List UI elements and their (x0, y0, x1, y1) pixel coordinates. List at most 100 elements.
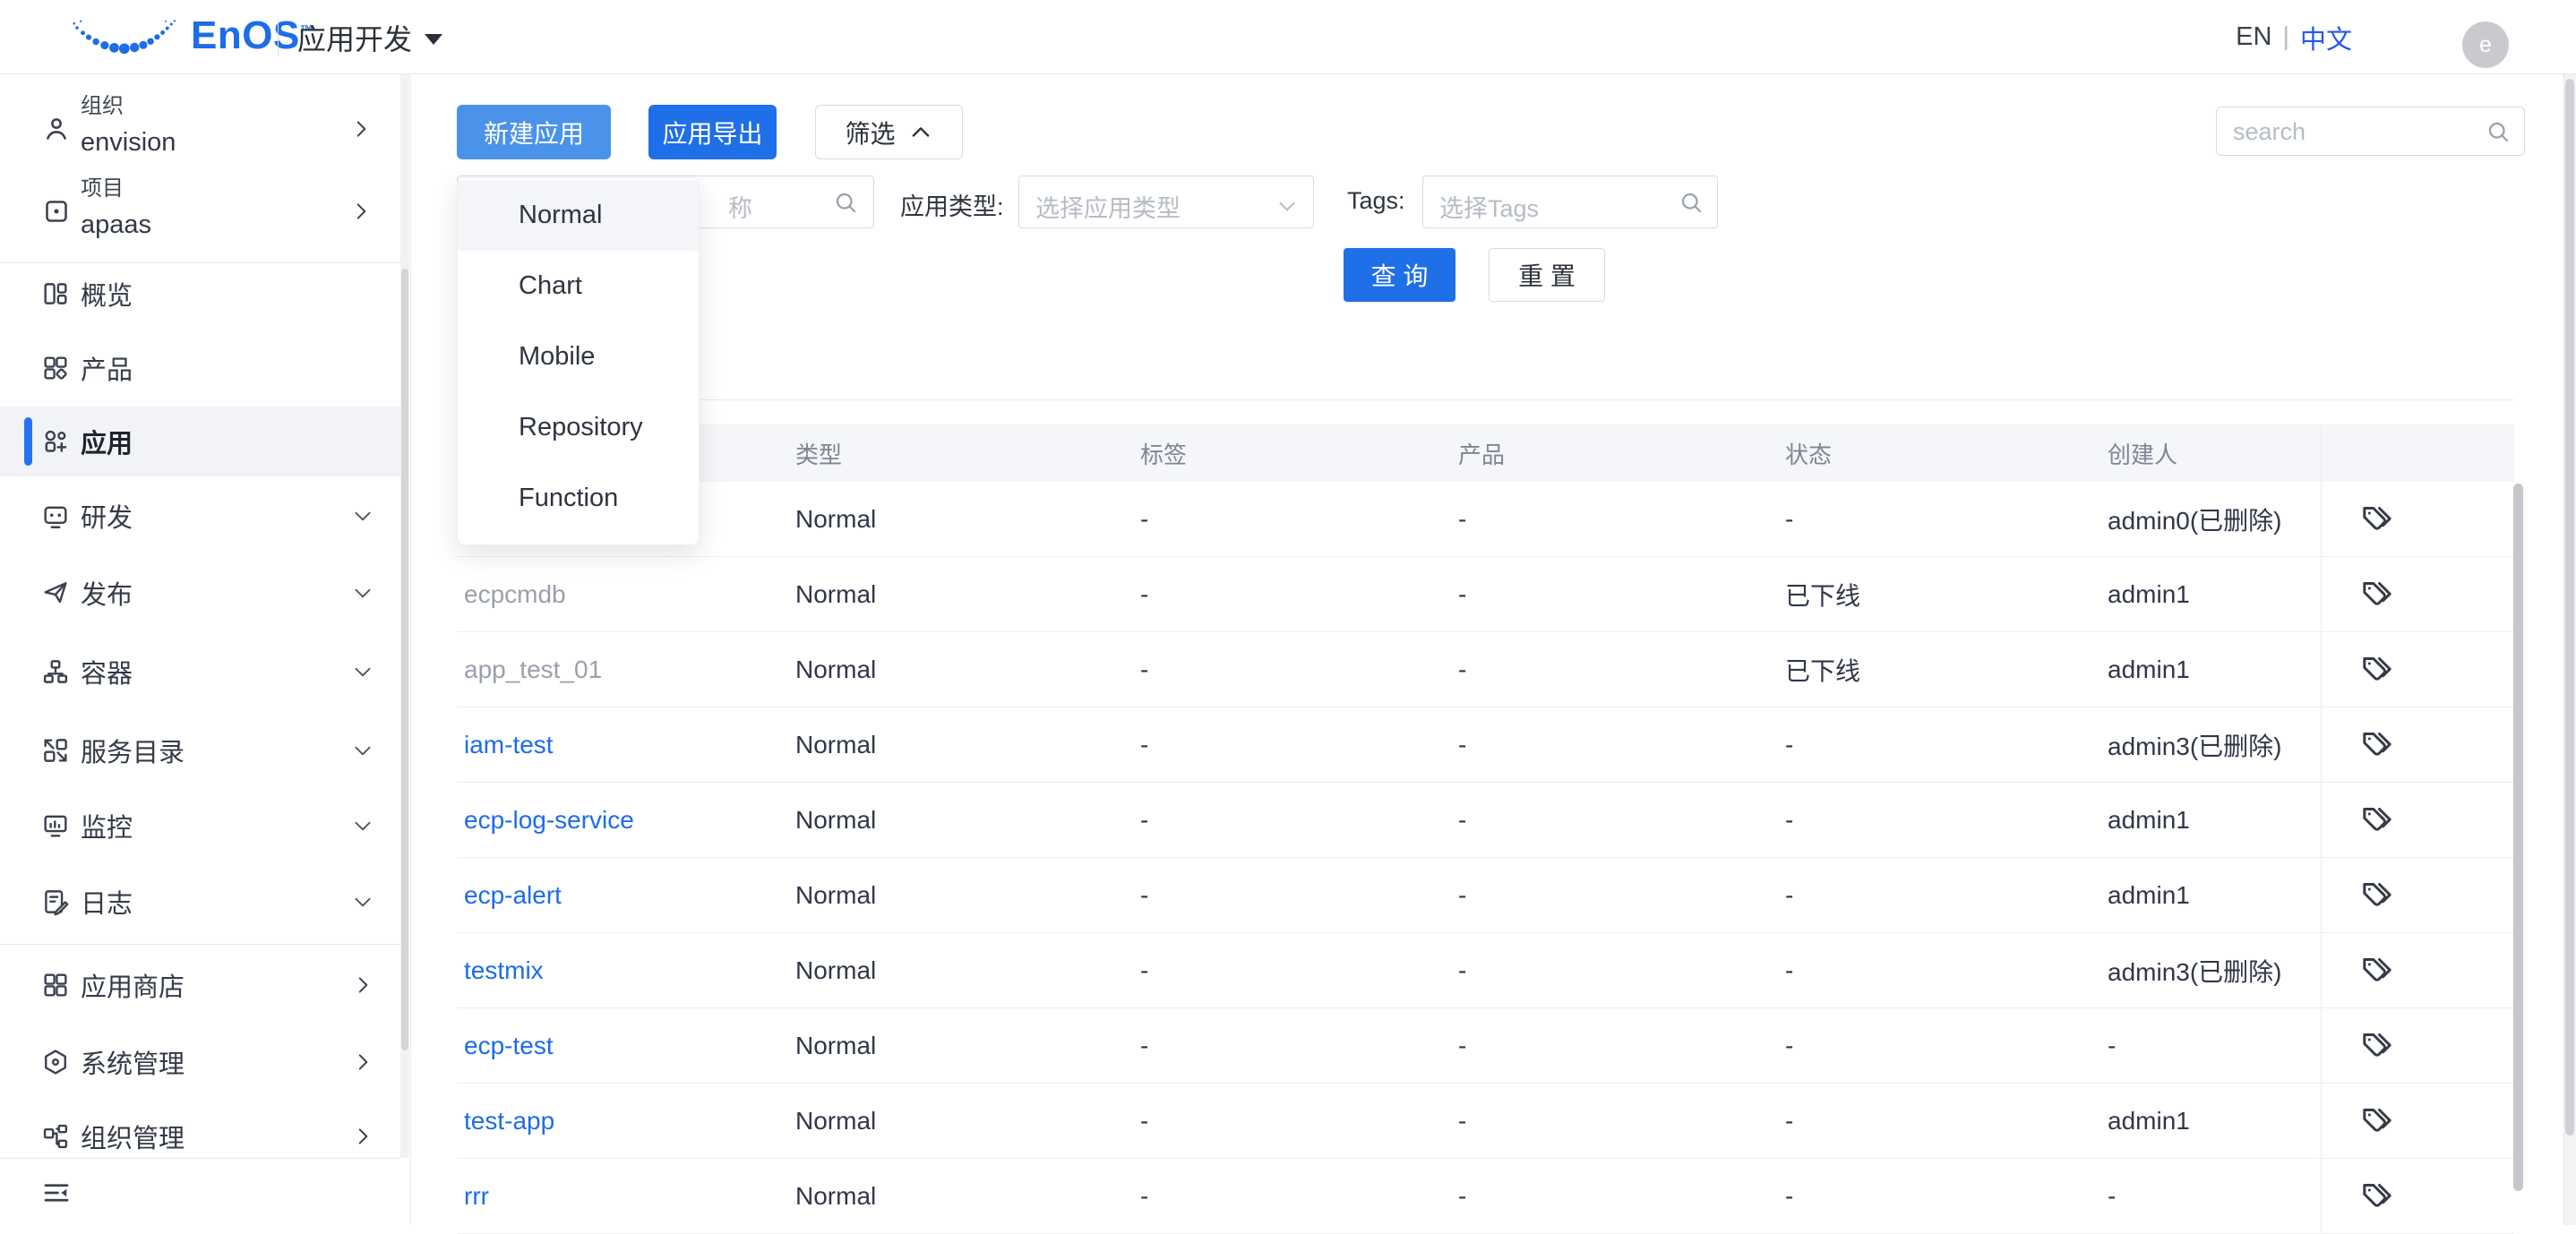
sidebar-item-develop[interactable]: 研发 (0, 481, 400, 551)
cell-name[interactable]: iam-test (457, 707, 788, 782)
sidebar-scrollbar-thumb[interactable] (401, 269, 408, 1050)
user-avatar[interactable]: e (2462, 21, 2509, 68)
table-row: ecp-alertNormal---admin1 (457, 858, 2514, 933)
export-app-button[interactable]: 应用导出 (648, 105, 777, 159)
cell-actions (2321, 707, 2514, 782)
cell-type: Normal (788, 632, 1133, 707)
tags-action-icon[interactable] (2359, 1178, 2395, 1214)
page-scrollbar-thumb[interactable] (2565, 79, 2574, 1135)
sidebar-divider (0, 944, 400, 945)
chevron-down-icon (351, 504, 374, 527)
cell-tags: - (1133, 1159, 1451, 1233)
sidebar-item-organization[interactable]: 组织 envision (0, 88, 400, 170)
sidebar-item-project[interactable]: 项目 apaas (0, 170, 400, 253)
cell-name[interactable]: testmix (457, 933, 788, 1007)
cell-product: - (1451, 707, 1778, 782)
overview-icon (40, 279, 71, 309)
sidebar-item-product[interactable]: 产品 (0, 333, 400, 403)
table-scrollbar-thumb[interactable] (2513, 484, 2523, 1191)
organization-icon (40, 113, 73, 145)
sidebar-item-service-catalog[interactable]: 服务目录 (0, 716, 400, 785)
context-subtitle: apaas (81, 210, 151, 240)
cell-product: - (1451, 783, 1778, 857)
cell-creator: admin1 (2100, 783, 2321, 857)
tags-action-icon[interactable] (2359, 802, 2395, 838)
sidebar-item-container[interactable]: 容器 (0, 637, 400, 707)
chevron-right-icon (351, 1125, 374, 1148)
query-button[interactable]: 查 询 (1344, 248, 1455, 302)
language-switch[interactable]: EN | 中文 (2236, 0, 2352, 74)
dropdown-item-normal[interactable]: Normal (458, 180, 699, 251)
filter-toggle-button[interactable]: 筛选 (815, 105, 963, 159)
collapse-sidebar-icon[interactable] (40, 1177, 73, 1209)
cell-actions (2321, 858, 2514, 932)
tags-action-icon[interactable] (2359, 501, 2395, 537)
cell-status: - (1778, 858, 2100, 932)
table-row: rrrNormal---- (457, 1159, 2514, 1234)
cell-name[interactable]: test-app (457, 1084, 788, 1158)
cell-type: Normal (788, 707, 1133, 782)
cell-name[interactable]: ecp-log-service (457, 783, 788, 857)
app-name-placeholder: 称 (728, 189, 752, 224)
dropdown-item-function[interactable]: Function (458, 463, 699, 534)
cell-creator: admin3(已删除) (2100, 707, 2321, 782)
new-app-button[interactable]: 新建应用 (457, 105, 611, 159)
reset-button[interactable]: 重 置 (1489, 248, 1605, 302)
cell-product: - (1451, 1084, 1778, 1158)
sidebar-item-label: 服务目录 (81, 732, 185, 769)
sidebar: 组织 envision 项目 apaas 概览产品应用研发发布容器服务目录监控日… (0, 74, 411, 1225)
sidebar-item-app-store[interactable]: 应用商店 (0, 950, 400, 1020)
tags-action-icon[interactable] (2359, 577, 2395, 613)
global-search-input[interactable]: search (2216, 107, 2525, 156)
cell-product: - (1451, 632, 1778, 707)
lang-en[interactable]: EN (2236, 22, 2271, 52)
enos-logo: EnOS™ (65, 13, 313, 59)
tags-action-icon[interactable] (2359, 1028, 2395, 1064)
search-icon (1678, 189, 1704, 216)
tags-action-icon[interactable] (2359, 727, 2395, 763)
dropdown-item-mobile[interactable]: Mobile (458, 321, 699, 392)
chevron-up-icon (908, 120, 933, 145)
dropdown-item-repository[interactable]: Repository (458, 392, 699, 463)
lang-zh[interactable]: 中文 (2300, 19, 2352, 56)
cell-type: Normal (788, 557, 1133, 631)
org-management-icon (40, 1121, 71, 1152)
tags-label: Tags: (1347, 187, 1405, 215)
top-bar: EnOS™ 应用开发 EN | 中文 e (0, 0, 2576, 74)
cell-actions (2321, 1159, 2514, 1233)
cell-actions (2321, 482, 2514, 556)
container-icon (40, 656, 71, 687)
tags-action-icon[interactable] (2359, 1103, 2395, 1139)
sidebar-item-overview[interactable]: 概览 (0, 259, 400, 329)
sidebar-item-system-management[interactable]: 系统管理 (0, 1027, 400, 1097)
cell-name[interactable]: ecp-alert (457, 858, 788, 932)
table-row: Normal---admin0(已删除) (457, 482, 2514, 557)
app-title-dropdown[interactable]: 应用开发 (297, 0, 442, 74)
cell-tags: - (1133, 858, 1451, 932)
cell-name[interactable]: ecp-test (457, 1008, 788, 1083)
table-body: Normal---admin0(已删除)ecpcmdbNormal--已下线ad… (457, 482, 2514, 1234)
tags-action-icon[interactable] (2359, 878, 2395, 913)
chevron-down-icon (351, 581, 374, 604)
sidebar-item-monitor[interactable]: 监控 (0, 791, 400, 861)
log-icon (40, 887, 71, 917)
chevron-right-icon (349, 117, 373, 141)
tags-search-input[interactable]: 选择Tags (1422, 176, 1718, 228)
app-table: 类型 标签 产品 状态 创建人 Normal---admin0(已删除)ecpc… (457, 399, 2514, 1225)
dropdown-item-chart[interactable]: Chart (458, 251, 699, 321)
sidebar-collapse-bar[interactable] (0, 1158, 400, 1225)
tags-action-icon[interactable] (2359, 953, 2395, 989)
sidebar-item-release[interactable]: 发布 (0, 558, 400, 628)
sidebar-item-application[interactable]: 应用 (0, 407, 400, 476)
table-row: ecp-testNormal---- (457, 1008, 2514, 1084)
sidebar-item-log[interactable]: 日志 (0, 867, 400, 937)
cell-tags: - (1133, 557, 1451, 631)
cell-name[interactable]: rrr (457, 1159, 788, 1233)
sidebar-item-label: 概览 (81, 275, 133, 313)
cell-type: Normal (788, 858, 1133, 932)
cell-type: Normal (788, 783, 1133, 857)
sidebar-item-label: 研发 (81, 497, 133, 535)
app-type-select[interactable]: 选择应用类型 (1018, 176, 1314, 228)
chevron-right-icon (349, 200, 373, 223)
tags-action-icon[interactable] (2359, 652, 2395, 688)
